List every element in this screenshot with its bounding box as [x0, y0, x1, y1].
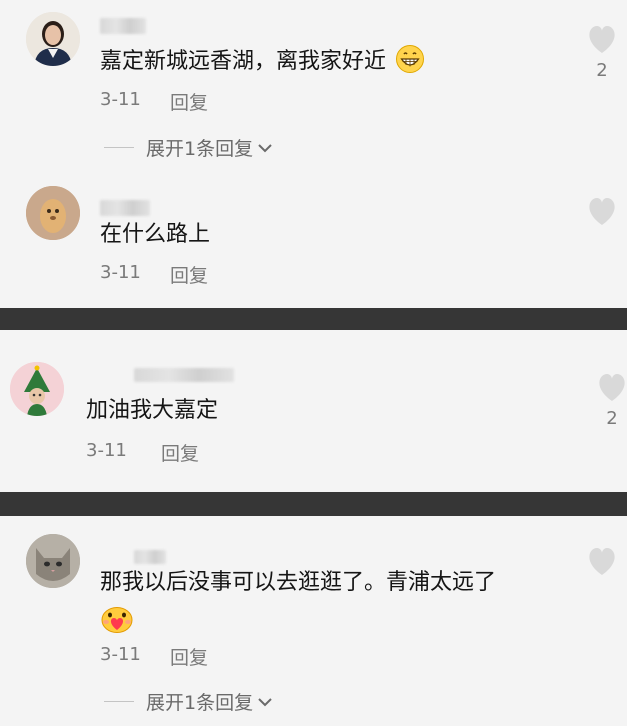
avatar-cartoon-image [26, 186, 80, 240]
like-count: 2 [606, 408, 618, 429]
comment-text: 加油我大嘉定 [86, 398, 219, 423]
heart-icon[interactable] [587, 198, 617, 226]
reply-button[interactable]: 回复 [170, 261, 208, 288]
heart-icon[interactable] [587, 548, 617, 576]
username-blurred[interactable] [134, 368, 234, 382]
avatar-person-image [26, 12, 80, 66]
comment-group-2: 加油我大嘉定 3-11 回复 2 [0, 330, 627, 492]
avatar-cat-image [26, 534, 80, 588]
grinning-face-icon [395, 44, 425, 83]
comment-item: 嘉定新城远香湖，离我家好近 3-11 回复 展开1条回复 2 [0, 0, 627, 170]
expand-replies-button[interactable]: 展开1条回复 [104, 134, 275, 161]
expand-replies-label: 展开1条回复 [146, 692, 254, 714]
comment-item: 加油我大嘉定 3-11 回复 2 [0, 330, 627, 492]
comment-date: 3-11 [86, 440, 127, 461]
reply-button[interactable]: 回复 [161, 439, 199, 466]
chevron-down-icon [258, 697, 272, 706]
expand-line [104, 147, 134, 148]
comment-group-3: 那我以后没事可以去逛逛了。青浦太远了 3-11 回复 展开1条回复 [0, 516, 627, 726]
comment-group-1: 嘉定新城远香湖，离我家好近 3-11 回复 展开1条回复 2 在什么路上 3-1… [0, 0, 627, 308]
avatar-tree-figure-image [10, 362, 64, 416]
face-with-heart-icon [100, 604, 134, 638]
expand-replies-button[interactable]: 展开1条回复 [104, 688, 275, 715]
username-blurred[interactable] [100, 18, 146, 34]
chevron-down-icon [258, 143, 272, 152]
comment-text: 在什么路上 [100, 222, 211, 247]
comment-date: 3-11 [100, 89, 141, 110]
comment-date: 3-11 [100, 262, 141, 283]
reply-button[interactable]: 回复 [170, 88, 208, 115]
avatar[interactable] [26, 534, 80, 588]
section-divider [0, 308, 627, 330]
comment-item: 那我以后没事可以去逛逛了。青浦太远了 3-11 回复 展开1条回复 [0, 516, 627, 726]
comment-item: 在什么路上 3-11 回复 [0, 170, 627, 308]
comment-text: 那我以后没事可以去逛逛了。青浦太远了 [100, 570, 497, 595]
comment-text: 嘉定新城远香湖，离我家好近 [100, 44, 425, 83]
expand-line [104, 701, 134, 702]
username-blurred[interactable] [100, 200, 150, 216]
like-count: 2 [596, 60, 608, 81]
heart-icon[interactable] [587, 26, 617, 54]
avatar[interactable] [26, 12, 80, 66]
username-blurred[interactable] [134, 550, 166, 564]
comment-text-content: 嘉定新城远香湖，离我家好近 [100, 49, 387, 74]
expand-replies-label: 展开1条回复 [146, 138, 254, 160]
avatar[interactable] [26, 186, 80, 240]
reply-button[interactable]: 回复 [170, 643, 208, 670]
section-divider [0, 492, 627, 516]
avatar[interactable] [10, 362, 64, 416]
comment-date: 3-11 [100, 644, 141, 665]
heart-icon[interactable] [597, 374, 627, 402]
